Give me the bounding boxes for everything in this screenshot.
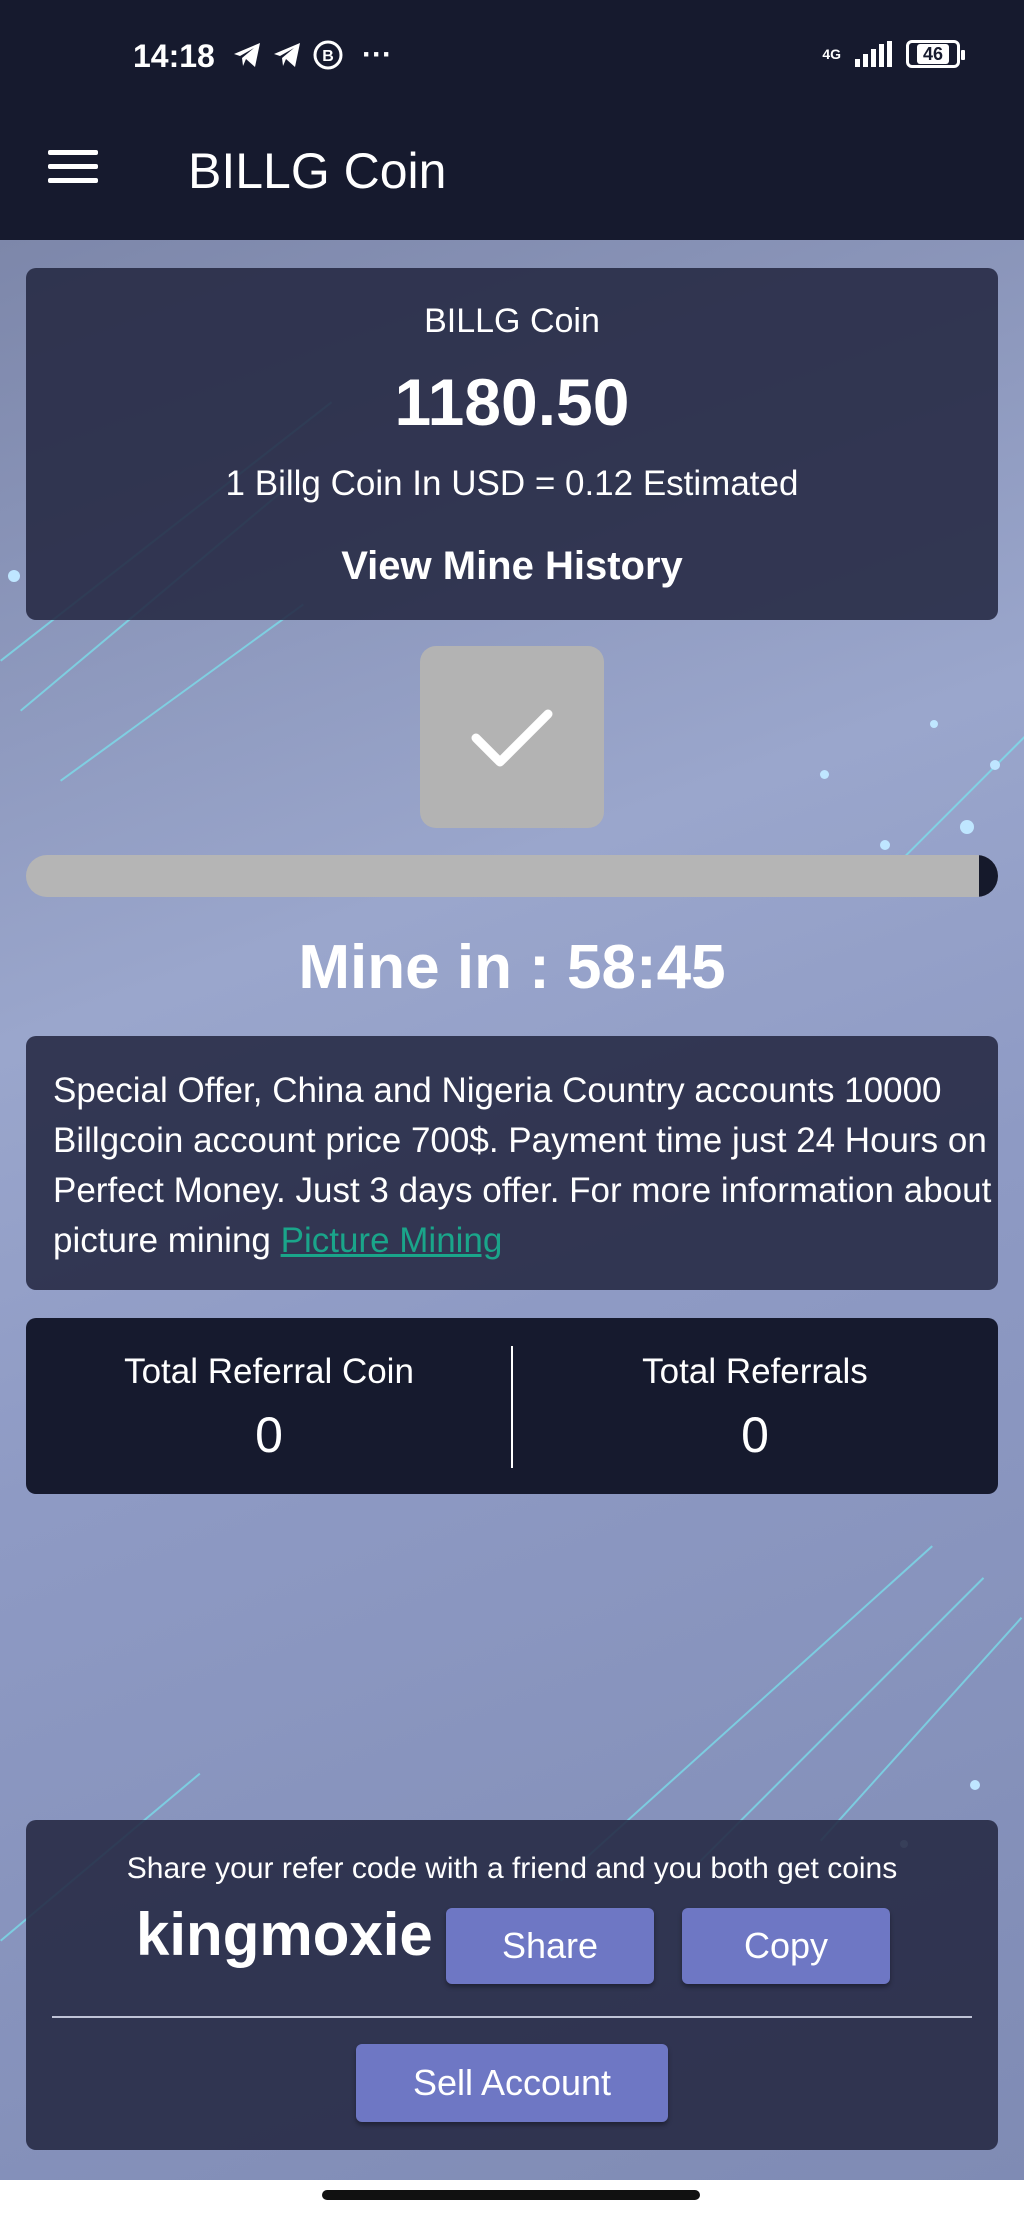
status-time: 14:18: [133, 38, 215, 74]
divider: [52, 2016, 972, 2018]
view-mine-history-link[interactable]: View Mine History: [26, 544, 998, 589]
share-code-card: Share your refer code with a friend and …: [26, 1820, 998, 2150]
offer-text: Special Offer, China and Nigeria Country…: [53, 1066, 998, 1266]
checkmark-icon: [471, 709, 553, 767]
referral-count-value: 0: [741, 1407, 769, 1463]
app-title: BILLG Coin: [188, 143, 447, 199]
mine-timer: Mine in : 58:45: [298, 933, 726, 1002]
special-offer-card: Special Offer, China and Nigeria Country…: [26, 1036, 998, 1290]
network-type: 4G: [822, 46, 841, 62]
offer-body: Special Offer, China and Nigeria Country…: [53, 1071, 992, 1260]
referral-count-stat: Total Referrals 0: [512, 1318, 998, 1494]
bitcoin-icon: B: [313, 40, 343, 70]
referral-coin-value: 0: [255, 1407, 283, 1463]
telegram-icon: [274, 43, 300, 67]
svg-text:B: B: [322, 48, 334, 65]
referral-stats-card: Total Referral Coin 0 Total Referrals 0: [26, 1318, 998, 1494]
mine-button[interactable]: [420, 646, 604, 828]
status-right: 4G 46: [822, 40, 965, 68]
coin-balance: 1180.50: [394, 365, 630, 439]
battery-level: 46: [916, 44, 950, 64]
refer-code: kingmoxie: [136, 1901, 433, 1968]
copy-button[interactable]: Copy: [682, 1908, 890, 1984]
mining-progress-bar: [26, 855, 998, 897]
balance-card: BILLG Coin 1180.50 1 Billg Coin In USD =…: [26, 268, 998, 620]
share-instructions: Share your refer code with a friend and …: [126, 1852, 898, 1885]
more-dots-icon: ···: [362, 38, 392, 71]
battery-icon: 46: [906, 40, 965, 68]
usd-rate: 1 Billg Coin In USD = 0.12 Estimated: [225, 464, 799, 503]
sell-account-button[interactable]: Sell Account: [356, 2044, 668, 2122]
signal-icon: [855, 41, 892, 67]
home-indicator[interactable]: [322, 2190, 700, 2200]
coin-title: BILLG Coin: [424, 302, 600, 340]
picture-mining-link[interactable]: Picture Mining: [281, 1221, 503, 1260]
referral-coin-label: Total Referral Coin: [124, 1352, 414, 1391]
telegram-icon: [234, 43, 260, 67]
top-bar: 14:18 B ··· 4G 46 BILLG Coin: [0, 0, 1024, 240]
referral-coin-stat: Total Referral Coin 0: [26, 1318, 512, 1494]
share-button[interactable]: Share: [446, 1908, 654, 1984]
referral-count-label: Total Referrals: [642, 1352, 868, 1391]
status-notification-icons: B ···: [232, 38, 392, 72]
menu-icon[interactable]: [48, 150, 98, 184]
